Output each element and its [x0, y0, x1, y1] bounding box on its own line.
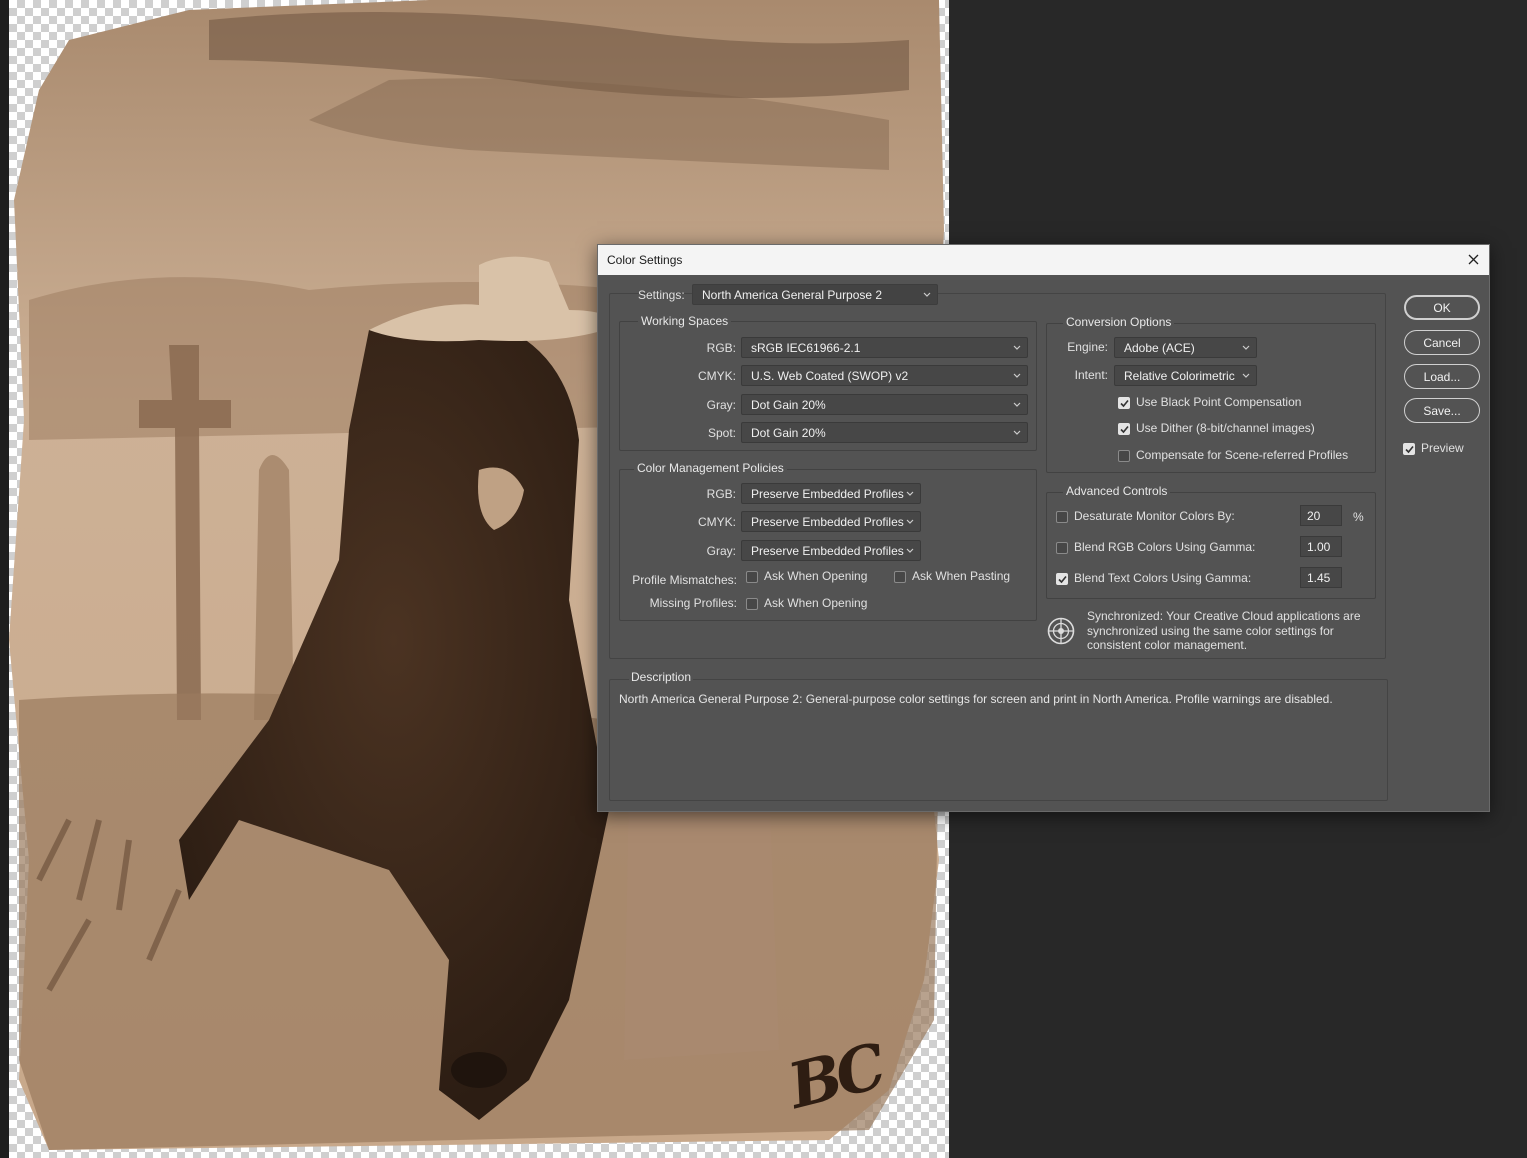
desaturate-input[interactable]: 20	[1300, 505, 1342, 526]
blend-rgb-label[interactable]: Blend RGB Colors Using Gamma:	[1074, 540, 1255, 554]
chevron-down-icon	[1013, 402, 1021, 407]
percent-label: %	[1353, 510, 1364, 524]
chevron-down-icon	[1242, 373, 1250, 378]
chevron-down-icon	[923, 292, 931, 297]
conversion-options-title: Conversion Options	[1063, 315, 1175, 329]
settings-preset-dropdown[interactable]: North America General Purpose 2	[692, 284, 938, 305]
chevron-down-icon	[1013, 373, 1021, 378]
missing-ask-opening-checkbox[interactable]	[746, 598, 758, 610]
checkmark-icon	[1120, 399, 1129, 408]
ws-cmyk-label: CMYK:	[697, 369, 736, 383]
policies-title: Color Management Policies	[634, 461, 787, 475]
policy-cmyk-dropdown[interactable]: Preserve Embedded Profiles	[741, 511, 921, 532]
missing-profiles-label: Missing Profiles:	[649, 596, 737, 610]
chevron-down-icon	[906, 519, 914, 524]
ws-cmyk-dropdown[interactable]: U.S. Web Coated (SWOP) v2	[741, 365, 1028, 386]
policy-gray-value: Preserve Embedded Profiles	[751, 544, 904, 558]
shoe	[451, 1052, 507, 1088]
blend-text-label[interactable]: Blend Text Colors Using Gamma:	[1074, 571, 1251, 585]
save-button[interactable]: Save...	[1404, 398, 1480, 423]
intent-dropdown[interactable]: Relative Colorimetric	[1114, 365, 1257, 386]
policy-rgb-dropdown[interactable]: Preserve Embedded Profiles	[741, 483, 921, 504]
color-settings-dialog: Color Settings Settings: North America G…	[597, 244, 1490, 812]
policy-rgb-label: RGB:	[706, 487, 736, 501]
close-button[interactable]	[1457, 245, 1489, 275]
engine-dropdown[interactable]: Adobe (ACE)	[1114, 337, 1257, 358]
blend-text-input[interactable]: 1.45	[1300, 567, 1342, 588]
ws-rgb-label: RGB:	[706, 341, 736, 355]
ws-cmyk-value: U.S. Web Coated (SWOP) v2	[751, 369, 909, 383]
policy-cmyk-label: CMYK:	[697, 515, 736, 529]
policy-gray-dropdown[interactable]: Preserve Embedded Profiles	[741, 540, 921, 561]
checkmark-icon	[1405, 445, 1414, 454]
mismatch-ask-pasting-label[interactable]: Ask When Pasting	[912, 569, 1010, 583]
working-spaces-title: Working Spaces	[638, 314, 732, 328]
mismatch-ask-opening-label[interactable]: Ask When Opening	[764, 569, 867, 583]
sync-icon	[1047, 617, 1075, 645]
dialog-title: Color Settings	[607, 253, 683, 267]
close-icon	[1468, 254, 1479, 265]
policy-rgb-value: Preserve Embedded Profiles	[751, 487, 904, 501]
ws-gray-dropdown[interactable]: Dot Gain 20%	[741, 394, 1028, 415]
chevron-down-icon	[1242, 345, 1250, 350]
cancel-button[interactable]: Cancel	[1404, 330, 1480, 355]
mismatch-ask-pasting-checkbox[interactable]	[894, 571, 906, 583]
ws-gray-label: Gray:	[706, 398, 736, 412]
dither-checkbox[interactable]	[1118, 423, 1130, 435]
checkmark-icon	[1120, 425, 1129, 434]
blend-rgb-checkbox[interactable]	[1056, 542, 1068, 554]
ws-spot-value: Dot Gain 20%	[751, 426, 826, 440]
compensate-scene-label[interactable]: Compensate for Scene-referred Profiles	[1136, 448, 1348, 462]
ws-gray-value: Dot Gain 20%	[751, 398, 826, 412]
missing-ask-opening-label[interactable]: Ask When Opening	[764, 596, 867, 610]
black-point-checkbox[interactable]	[1118, 397, 1130, 409]
desaturate-checkbox[interactable]	[1056, 511, 1068, 523]
intent-label: Intent:	[1074, 368, 1108, 382]
description-title: Description	[629, 670, 694, 684]
workspace-edge	[0, 0, 9, 1158]
settings-label: Settings:	[638, 288, 685, 302]
sync-status-text: Synchronized: Your Creative Cloud applic…	[1087, 609, 1361, 652]
engine-label: Engine:	[1067, 340, 1108, 354]
dither-label[interactable]: Use Dither (8-bit/channel images)	[1136, 421, 1315, 435]
description-text: North America General Purpose 2: General…	[619, 692, 1333, 706]
desaturate-label[interactable]: Desaturate Monitor Colors By:	[1074, 509, 1235, 523]
chevron-down-icon	[1013, 345, 1021, 350]
checkmark-icon	[1058, 575, 1067, 584]
engine-value: Adobe (ACE)	[1124, 341, 1195, 355]
black-point-label[interactable]: Use Black Point Compensation	[1136, 395, 1301, 409]
chevron-down-icon	[1013, 430, 1021, 435]
ws-spot-dropdown[interactable]: Dot Gain 20%	[741, 422, 1028, 443]
chevron-down-icon	[906, 548, 914, 553]
policy-cmyk-value: Preserve Embedded Profiles	[751, 515, 904, 529]
preview-label[interactable]: Preview	[1421, 441, 1464, 455]
ws-rgb-dropdown[interactable]: sRGB IEC61966-2.1	[741, 337, 1028, 358]
blend-text-checkbox[interactable]	[1056, 573, 1068, 585]
settings-preset-value: North America General Purpose 2	[702, 288, 883, 302]
blend-rgb-input[interactable]: 1.00	[1300, 536, 1342, 557]
chevron-down-icon	[906, 491, 914, 496]
mismatch-ask-opening-checkbox[interactable]	[746, 571, 758, 583]
advanced-controls-title: Advanced Controls	[1063, 484, 1171, 498]
right-headstone	[624, 780, 779, 1060]
ws-spot-label: Spot:	[707, 426, 736, 440]
profile-mismatches-label: Profile Mismatches:	[632, 573, 737, 587]
intent-value: Relative Colorimetric	[1124, 369, 1235, 383]
load-button[interactable]: Load...	[1404, 364, 1480, 389]
ws-rgb-value: sRGB IEC61966-2.1	[751, 341, 861, 355]
policy-gray-label: Gray:	[706, 544, 736, 558]
ok-button[interactable]: OK	[1404, 295, 1480, 320]
compensate-scene-checkbox[interactable]	[1118, 450, 1130, 462]
preview-checkbox[interactable]	[1403, 443, 1415, 455]
dialog-titlebar[interactable]: Color Settings	[598, 245, 1489, 275]
